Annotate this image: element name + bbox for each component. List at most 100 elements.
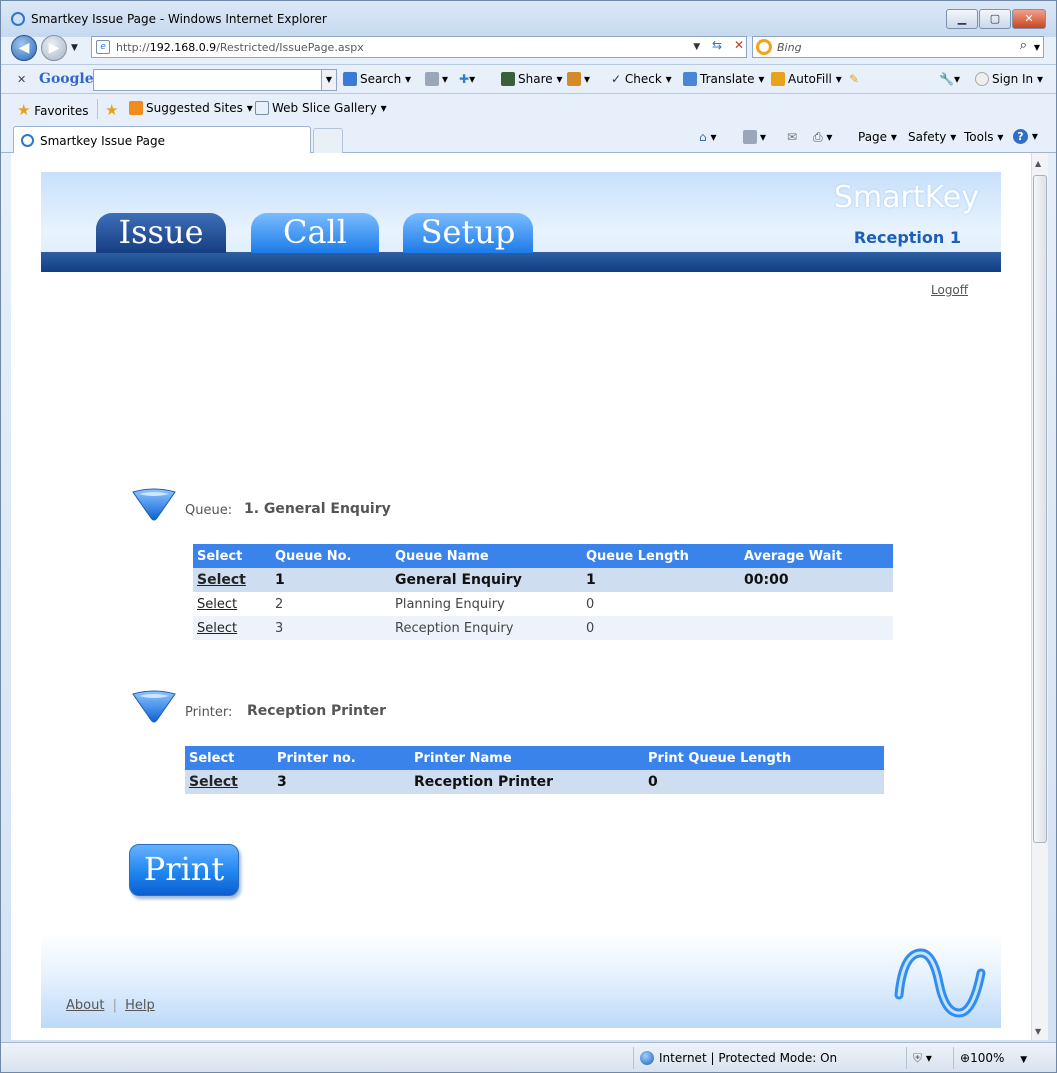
column-header: Queue Name xyxy=(391,544,582,568)
table-cell: Select xyxy=(185,770,273,794)
ie-icon xyxy=(21,134,34,147)
add-favorites-button[interactable]: ★ xyxy=(105,101,118,119)
print-toolbar-button[interactable]: ⎙ ▾ xyxy=(813,130,832,145)
google-search-input[interactable]: ▼ xyxy=(93,69,337,91)
tab-issue[interactable]: Issue xyxy=(96,213,226,253)
safety-menu[interactable]: Safety ▾ xyxy=(908,130,956,144)
sign-in-button[interactable]: Sign In ▾ xyxy=(975,72,1043,86)
google-toolbar: ✕ Google ▼ Search ▾ ▾ ✚▾ Share ▾ ▾ ✓ Che… xyxy=(1,64,1056,94)
mail-button[interactable]: ✉ xyxy=(787,130,797,144)
scroll-up-icon[interactable]: ▲ xyxy=(1035,159,1041,168)
zoom-button[interactable]: ⊕100% ▼ xyxy=(953,1047,1048,1069)
web-slice-icon xyxy=(255,101,269,115)
add-favorite-icon: ★ xyxy=(105,101,119,119)
table-row: Select 2 Planning Enquiry 0 xyxy=(193,592,893,616)
translate-button[interactable]: Translate ▾ xyxy=(683,72,764,86)
table-cell: 2 xyxy=(271,592,391,616)
browser-window: Smartkey Issue Page - Windows Internet E… xyxy=(0,0,1057,1073)
page-viewport: Issue Call Setup SmartKey Reception 1 Lo… xyxy=(11,153,1031,1040)
close-button[interactable]: ✕ xyxy=(1012,9,1046,29)
highlight-button[interactable]: ✎ xyxy=(849,72,859,86)
scroll-down-icon[interactable]: ▼ xyxy=(1035,1027,1041,1036)
scroll-thumb[interactable] xyxy=(1033,175,1047,843)
tools-menu[interactable]: Tools ▾ xyxy=(964,130,1003,144)
pencil-icon: ✎ xyxy=(849,72,860,86)
table-cell: General Enquiry xyxy=(391,568,582,592)
queue-table-header: Select Queue No. Queue Name Queue Length… xyxy=(193,544,893,568)
add-button[interactable]: ✚▾ xyxy=(459,72,475,86)
printer-section-icon xyxy=(132,690,176,723)
maximize-button[interactable]: ▢ xyxy=(979,9,1011,29)
location-name: Reception 1 xyxy=(853,228,961,247)
tab-label: Smartkey Issue Page xyxy=(40,134,166,148)
select-link[interactable]: Select xyxy=(189,774,238,790)
printer-selected-value: Reception Printer xyxy=(247,703,387,719)
column-header: Average Wait xyxy=(740,544,893,568)
printer-label: Printer: xyxy=(185,705,233,720)
select-link[interactable]: Select xyxy=(197,621,237,636)
minimize-button[interactable]: ▁ xyxy=(946,9,978,29)
address-dropdown-icon[interactable]: ▼ xyxy=(693,42,700,52)
feeds-button[interactable]: ▾ xyxy=(743,130,766,144)
column-header: Printer no. xyxy=(273,746,410,770)
vertical-scrollbar[interactable]: ▲ ▼ xyxy=(1031,153,1048,1040)
print-button[interactable]: Print xyxy=(129,844,239,896)
search-box[interactable]: Bing ⌕ ▼ xyxy=(752,36,1044,58)
about-link[interactable]: About xyxy=(66,998,104,1013)
settings-button[interactable]: 🔧▾ xyxy=(939,72,960,86)
protected-mode-button[interactable]: ⛨ ▾ xyxy=(906,1047,950,1069)
column-header: Queue No. xyxy=(271,544,391,568)
table-cell: 00:00 xyxy=(740,568,893,592)
tab-smartkey-issue-page[interactable]: Smartkey Issue Page xyxy=(13,126,311,153)
security-zone[interactable]: Internet | Protected Mode: On xyxy=(633,1047,903,1069)
queue-selected-value: 1. General Enquiry xyxy=(244,501,391,517)
page-menu[interactable]: Page ▾ xyxy=(858,130,897,144)
table-cell: 1 xyxy=(271,568,391,592)
tab-setup[interactable]: Setup xyxy=(403,213,533,253)
stop-icon[interactable]: ✕ xyxy=(734,38,744,52)
chevron-down-icon: ▼ xyxy=(1020,1055,1028,1065)
share-button[interactable]: Share ▾ xyxy=(501,72,562,86)
home-button[interactable]: ⌂ ▾ xyxy=(699,130,716,144)
help-link[interactable]: Help xyxy=(125,998,155,1013)
help-icon: ? xyxy=(1013,129,1028,144)
spell-check-button[interactable]: ✓ Check ▾ xyxy=(611,72,672,86)
refresh-icon[interactable]: ⇆ xyxy=(712,38,722,52)
shield-icon: ⛨ xyxy=(913,1051,923,1065)
tab-call[interactable]: Call xyxy=(251,213,379,253)
zoom-icon: ⊕ xyxy=(960,1051,971,1065)
logoff-link[interactable]: Logoff xyxy=(931,283,968,297)
table-cell: 0 xyxy=(582,592,740,616)
select-link[interactable]: Select xyxy=(197,597,237,612)
table-cell: Reception Enquiry xyxy=(391,616,582,640)
select-link[interactable]: Select xyxy=(197,572,246,588)
help-button[interactable]: ? ▾ xyxy=(1013,129,1038,144)
back-button[interactable]: ◀ xyxy=(11,35,37,61)
rss-icon xyxy=(743,130,757,144)
search-icon[interactable]: ⌕ xyxy=(1020,38,1027,53)
brand-name: SmartKey xyxy=(833,180,979,215)
chevron-down-icon[interactable]: ▼ xyxy=(321,70,336,90)
address-row: ◀ ▶ ▼ e http://192.168.0.9/Restricted/Is… xyxy=(1,33,1056,63)
tools-button[interactable]: ▾ xyxy=(567,72,590,86)
bookmark-button[interactable]: ▾ xyxy=(425,72,448,86)
smartkey-logo-icon xyxy=(894,948,986,1018)
autofill-button[interactable]: AutoFill ▾ xyxy=(771,72,842,86)
table-cell: Select xyxy=(193,616,271,640)
address-bar[interactable]: e http://192.168.0.9/Restricted/IssuePag… xyxy=(91,36,747,58)
printer-icon: ⎙ xyxy=(813,130,823,144)
new-tab-button[interactable] xyxy=(313,128,343,153)
favorites-button[interactable]: ★ Favorites xyxy=(17,101,89,119)
google-search-button[interactable]: Search ▾ xyxy=(343,72,411,86)
web-slice-gallery-link[interactable]: Web Slice Gallery ▾ xyxy=(255,101,387,115)
suggested-sites-link[interactable]: Suggested Sites ▾ xyxy=(129,101,253,115)
plus-icon: ✚ xyxy=(459,72,470,86)
google-logo: Google xyxy=(39,71,94,87)
table-cell: 1 xyxy=(582,568,740,592)
status-bar: Internet | Protected Mode: On ⛨ ▾ ⊕100% … xyxy=(1,1042,1056,1072)
history-dropdown-icon[interactable]: ▼ xyxy=(71,43,78,53)
window-controls: ▁ ▢ ✕ xyxy=(945,9,1046,29)
close-toolbar-icon[interactable]: ✕ xyxy=(17,73,26,86)
forward-button[interactable]: ▶ xyxy=(41,35,67,61)
search-dropdown-icon[interactable]: ▼ xyxy=(1034,43,1040,52)
